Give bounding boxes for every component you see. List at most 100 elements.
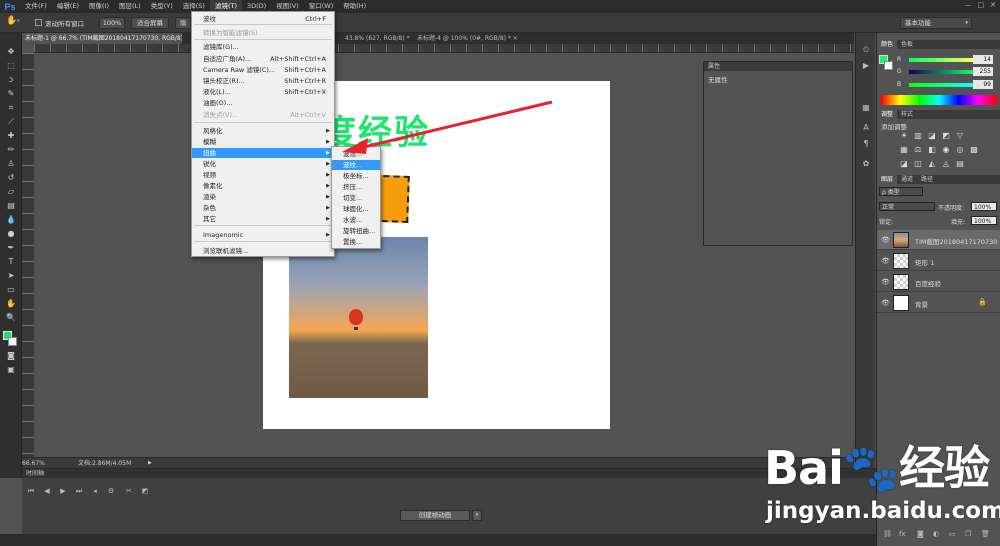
fill-screen-button[interactable]: 填 [175, 17, 191, 29]
brush-tool-icon[interactable]: ✏ [5, 145, 17, 155]
screen-mode-icon[interactable]: ▣ [5, 365, 17, 375]
menu-type[interactable]: 类型(Y) [146, 0, 178, 13]
menu-help[interactable]: 帮助(H) [338, 0, 371, 13]
tool-preset-dropdown-icon[interactable]: ▾ [17, 18, 20, 24]
filter-menu-item[interactable]: 其它 ▶ [192, 214, 334, 224]
filter-menu-item[interactable]: 转换为智能滤镜(S) [192, 28, 334, 38]
eyedropper-tool-icon[interactable]: ⟋ [5, 117, 17, 127]
eye-icon[interactable]: 👁 [881, 299, 890, 307]
tab-styles[interactable]: 样式 [897, 110, 917, 119]
layer-kind-filter[interactable]: ρ 类型 [879, 187, 923, 196]
lasso-tool-icon[interactable]: ↄ [5, 75, 17, 85]
menu-file[interactable]: 文件(F) [20, 0, 52, 13]
filter-menu-item[interactable]: 波纹 Ctrl+F [192, 14, 334, 24]
color-slider-r[interactable]: R 14 [881, 54, 997, 65]
pen-tool-icon[interactable]: ✒ [5, 243, 17, 253]
distort-submenu-item[interactable]: 挤压... [332, 182, 380, 192]
filter-menu-item[interactable]: 消失点(V)... Alt+Ctrl+V [192, 110, 334, 120]
filter-menu-item[interactable]: 模糊 ▶ [192, 137, 334, 147]
filter-menu-item[interactable]: 视频 ▶ [192, 170, 334, 180]
hand-tool-icon[interactable]: ✋ [5, 299, 17, 309]
menu-image[interactable]: 图像(I) [84, 0, 114, 13]
filter-menu-item[interactable]: 滤镜库(G)... [192, 42, 334, 52]
first-frame-icon[interactable]: ⏮ [26, 486, 36, 496]
tab-layers[interactable]: 图层 [877, 175, 898, 184]
path-select-tool-icon[interactable]: ➤ [5, 271, 17, 281]
paragraph-icon[interactable]: ¶ [861, 139, 871, 149]
gradient-tool-icon[interactable]: ▤ [5, 201, 17, 211]
hue-saturation-icon[interactable]: ▦ [899, 145, 909, 155]
distort-submenu-item[interactable]: 球面化... [332, 204, 380, 214]
b-slider-track[interactable] [909, 83, 973, 87]
menu-edit[interactable]: 编辑(E) [52, 0, 84, 13]
filter-menu-item[interactable]: 锐化 ▶ [192, 159, 334, 169]
levels-icon[interactable]: ▥ [913, 131, 923, 141]
workspace-select[interactable]: 基本功能 ▾ [900, 17, 972, 29]
brush-settings-icon[interactable]: ✿ [861, 159, 871, 169]
layer-row[interactable]: 👁 TIM截图20180417170730 [877, 230, 1000, 250]
exposure-icon[interactable]: ◩ [941, 131, 951, 141]
stamp-tool-icon[interactable]: ♙ [5, 159, 17, 169]
healing-tool-icon[interactable]: ✚ [5, 131, 17, 141]
next-frame-icon[interactable]: ⏭ [74, 486, 84, 496]
filter-menu-item[interactable]: 风格化 ▶ [192, 126, 334, 136]
color-lookup-icon[interactable]: ▩ [969, 145, 979, 155]
crop-tool-icon[interactable]: ⌗ [5, 103, 17, 113]
type-tool-icon[interactable]: T [5, 257, 17, 267]
tab-swatches[interactable]: 色板 [897, 40, 917, 49]
menu-layer[interactable]: 图层(L) [114, 0, 146, 13]
layer-comps-icon[interactable]: ▦ [861, 103, 871, 113]
color-slider-g[interactable]: G 255 [881, 66, 997, 77]
layer-row[interactable]: 👁 百度经验 [877, 272, 1000, 292]
character-icon[interactable]: A [861, 123, 871, 133]
distort-submenu-item[interactable]: 旋转扭曲... [332, 226, 380, 236]
g-slider-track[interactable] [909, 70, 973, 74]
r-value-field[interactable]: 14 [973, 55, 993, 64]
distort-submenu-item[interactable]: 波浪... [332, 149, 380, 159]
distort-submenu-item[interactable]: 置换... [332, 237, 380, 247]
minimize-button[interactable]: — [965, 1, 972, 9]
zoom-tool-icon[interactable]: 🔍 [5, 313, 17, 323]
color-balance-icon[interactable]: ⚖ [913, 145, 923, 155]
background-color-swatch[interactable] [8, 337, 17, 346]
filter-menu-item[interactable]: 液化(L)... Shift+Ctrl+X [192, 87, 334, 97]
photo-filter-icon[interactable]: ◉ [941, 145, 951, 155]
scroll-all-checkbox[interactable] [35, 19, 42, 26]
posterize-icon[interactable]: ◫ [913, 159, 923, 169]
selective-color-icon[interactable]: ◬ [941, 159, 951, 169]
r-slider-track[interactable] [909, 58, 973, 62]
distort-submenu-item[interactable]: 切变... [332, 193, 380, 203]
threshold-icon[interactable]: ◭ [927, 159, 937, 169]
invert-icon[interactable]: ◪ [899, 159, 909, 169]
color-spectrum-bar[interactable] [881, 95, 997, 105]
transition-icon[interactable]: ◩ [140, 486, 150, 496]
black-white-icon[interactable]: ◧ [927, 145, 937, 155]
history-icon[interactable]: ⏲ [861, 45, 871, 55]
filter-menu-item[interactable]: 杂色 ▶ [192, 203, 334, 213]
audio-icon[interactable]: ◂ [90, 486, 100, 496]
eye-icon[interactable]: 👁 [881, 278, 890, 286]
layer-row[interactable]: 👁 矩形 1 [877, 251, 1000, 271]
opacity-field[interactable]: 100% [971, 202, 997, 211]
tab-document-1[interactable]: 未标题-1 @ 66.7% (TIM截图20180417170730, RGB/… [22, 33, 182, 44]
play-icon[interactable]: ▶ [58, 486, 68, 496]
tab-channels[interactable]: 通道 [897, 175, 917, 184]
history-brush-tool-icon[interactable]: ↺ [5, 173, 17, 183]
filter-menu-item[interactable]: 油画(O)... [192, 98, 334, 108]
split-icon[interactable]: ✂ [124, 486, 134, 496]
filter-menu-item[interactable]: 镜头校正(R)... Shift+Ctrl+R [192, 76, 334, 86]
settings-icon[interactable]: ⚙ [106, 486, 116, 496]
fit-screen-button[interactable]: 适合屏幕 [131, 17, 169, 29]
filter-menu-item[interactable]: 像素化 ▶ [192, 181, 334, 191]
filter-menu-item[interactable]: Camera Raw 滤镜(C)... Shift+Ctrl+A [192, 65, 334, 75]
eye-icon[interactable]: 👁 [881, 236, 890, 244]
zoom-100-button[interactable]: 100% [99, 17, 125, 29]
tab-paths[interactable]: 路径 [917, 175, 937, 184]
layer-row[interactable]: 👁 背景 🔒 [877, 293, 1000, 313]
distort-submenu-item[interactable]: 极坐标... [332, 171, 380, 181]
prev-frame-icon[interactable]: ◀ [42, 486, 52, 496]
eraser-tool-icon[interactable]: ▱ [5, 187, 17, 197]
create-frame-animation-button[interactable]: 创建帧动画 [400, 510, 470, 521]
gradient-map-icon[interactable]: ▤ [955, 159, 965, 169]
eye-icon[interactable]: 👁 [881, 257, 890, 265]
